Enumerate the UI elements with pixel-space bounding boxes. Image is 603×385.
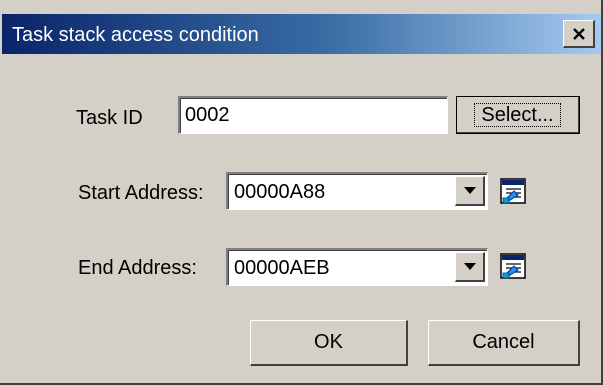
- close-icon: [572, 27, 585, 40]
- title-bar: Task stack access condition: [2, 14, 601, 54]
- dialog-title: Task stack access condition: [12, 24, 259, 46]
- start-address-value: 00000A88: [234, 181, 326, 203]
- select-button[interactable]: Select...: [456, 96, 580, 134]
- end-address-dropdown-button[interactable]: [455, 252, 485, 282]
- start-address-label: Start Address:: [78, 182, 204, 204]
- end-address-combobox[interactable]: 00000AEB: [226, 248, 488, 286]
- chevron-down-icon: [463, 262, 476, 270]
- address-picker-icon: [500, 253, 526, 279]
- start-address-picker-button[interactable]: [500, 178, 526, 204]
- start-address-combobox[interactable]: 00000A88: [226, 172, 488, 210]
- end-address-picker-button[interactable]: [500, 253, 526, 279]
- address-picker-icon: [500, 178, 526, 204]
- chevron-down-icon: [463, 186, 476, 194]
- task-id-label: Task ID: [76, 107, 143, 129]
- task-id-field[interactable]: 0002: [178, 96, 448, 134]
- end-address-label: End Address:: [78, 257, 197, 279]
- ok-button[interactable]: OK: [250, 320, 408, 366]
- start-address-dropdown-button[interactable]: [455, 176, 485, 206]
- select-button-label: Select...: [474, 102, 561, 127]
- ok-button-label: OK: [314, 331, 343, 353]
- close-button[interactable]: [563, 20, 595, 48]
- cancel-button[interactable]: Cancel: [428, 320, 580, 366]
- cancel-button-label: Cancel: [472, 331, 535, 353]
- end-address-value: 00000AEB: [234, 257, 330, 279]
- task-id-value: 0002: [185, 104, 230, 126]
- task-stack-dialog: Task stack access condition Task ID 0002…: [0, 0, 603, 385]
